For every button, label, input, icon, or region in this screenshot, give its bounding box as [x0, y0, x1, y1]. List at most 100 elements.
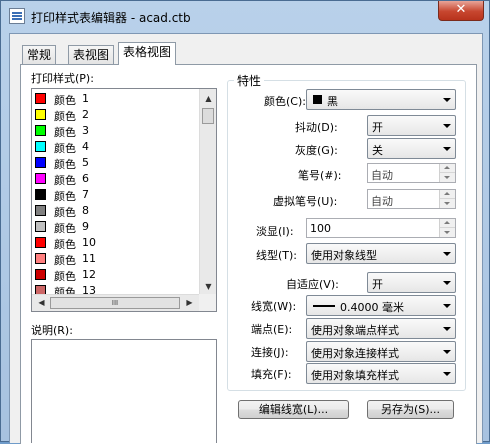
list-item-name: 颜色 — [54, 94, 76, 107]
list-item[interactable]: 颜色 10 — [32, 235, 200, 251]
color-dropdown[interactable]: 黑 — [306, 89, 456, 110]
list-item[interactable]: 颜色 8 — [32, 203, 200, 219]
spin-up-icon[interactable] — [440, 219, 455, 228]
color-swatch-icon — [35, 205, 46, 216]
app-icon — [9, 8, 25, 24]
color-swatch-icon — [35, 269, 46, 280]
virtual-pen-label: 虚拟笔号(U): — [273, 195, 338, 208]
linetype-dropdown[interactable]: 使用对象线型 — [306, 243, 456, 264]
list-item-name: 颜色 — [54, 206, 76, 219]
description-label: 说明(R): — [31, 324, 73, 337]
linetype-label: 线型(T): — [256, 249, 298, 262]
line-end-dropdown[interactable]: 使用对象端点样式 — [306, 318, 456, 339]
list-item-name: 颜色 — [54, 110, 76, 123]
color-swatch-icon — [35, 157, 46, 168]
lineweight-sample-icon — [313, 305, 335, 307]
color-swatch-icon — [35, 173, 46, 184]
scroll-corner — [199, 294, 216, 311]
dither-label: 抖动(D): — [295, 121, 338, 134]
list-item-number: 4 — [82, 140, 89, 153]
spin-down-icon[interactable] — [440, 228, 455, 237]
list-item-number: 10 — [82, 236, 96, 249]
screening-spinner[interactable]: 100 — [306, 218, 456, 238]
list-item-name: 颜色 — [54, 238, 76, 251]
screening-label: 淡显(I): — [256, 225, 294, 238]
color-swatch-icon — [35, 141, 46, 152]
list-item[interactable]: 颜色 5 — [32, 155, 200, 171]
dither-dropdown[interactable]: 开 — [367, 115, 456, 136]
color-swatch-icon — [35, 125, 46, 136]
grayscale-dropdown[interactable]: 关 — [367, 138, 456, 159]
list-item-name: 颜色 — [54, 142, 76, 155]
list-item[interactable]: 颜色 3 — [32, 123, 200, 139]
close-button[interactable]: ✕ — [438, 1, 484, 21]
list-item-number: 12 — [82, 268, 96, 281]
list-item-number: 5 — [82, 156, 89, 169]
list-item[interactable]: 颜色 1 — [32, 91, 200, 107]
color-swatch-icon — [35, 109, 46, 120]
color-label: 颜色(C): — [264, 95, 306, 108]
spin-down-icon[interactable] — [440, 173, 455, 182]
spin-up-icon[interactable] — [440, 164, 455, 173]
line-join-dropdown[interactable]: 使用对象连接样式 — [306, 341, 456, 362]
horizontal-scrollbar[interactable]: ◀ III ▶ — [32, 294, 200, 311]
list-item[interactable]: 颜色 7 — [32, 187, 200, 203]
title-bar[interactable]: 打印样式表编辑器 - acad.ctb ✕ — [1, 1, 489, 31]
lineweight-label: 线宽(W): — [251, 300, 297, 313]
list-item-name: 颜色 — [54, 222, 76, 235]
scroll-down-icon[interactable]: ▼ — [201, 279, 216, 294]
fill-dropdown[interactable]: 使用对象填充样式 — [306, 363, 456, 384]
line-join-label: 连接(J): — [251, 346, 289, 359]
plot-styles-label: 打印样式(P): — [31, 72, 94, 85]
description-textarea[interactable] — [31, 339, 217, 443]
list-item-number: 11 — [82, 252, 96, 265]
list-item[interactable]: 颜色 11 — [32, 251, 200, 267]
pen-number-label: 笔号(#): — [298, 169, 342, 182]
line-end-label: 端点(E): — [251, 323, 293, 336]
list-item[interactable]: 颜色 6 — [32, 171, 200, 187]
spin-down-icon[interactable] — [440, 199, 455, 208]
list-item-name: 颜色 — [54, 158, 76, 171]
scroll-thumb[interactable] — [202, 108, 214, 124]
color-swatch-icon — [35, 253, 46, 264]
list-item-name: 颜色 — [54, 254, 76, 267]
list-item-name: 颜色 — [54, 174, 76, 187]
chevron-down-icon — [443, 147, 451, 151]
save-as-button[interactable]: 另存为(S)... — [367, 400, 454, 419]
adaptive-dropdown[interactable]: 开 — [367, 272, 456, 293]
color-swatch-icon — [35, 93, 46, 104]
list-item[interactable]: 颜色 12 — [32, 267, 200, 283]
spin-up-icon[interactable] — [440, 190, 455, 199]
grayscale-label: 灰度(G): — [295, 144, 338, 157]
adaptive-label: 自适应(V): — [286, 278, 339, 291]
chevron-down-icon — [443, 98, 451, 102]
plot-styles-list[interactable]: 颜色 13 颜色 12 颜色 11 颜色 10 颜色 9 颜色 8 颜色 7 颜色 6 颜色 5 颜色 4 颜色 3 颜色 2… — [31, 88, 217, 312]
list-item-number: 9 — [82, 220, 89, 233]
list-item[interactable]: 颜色 4 — [32, 139, 200, 155]
scroll-thumb-horizontal[interactable]: III — [50, 297, 180, 309]
tab-general[interactable]: 常规 — [22, 45, 57, 64]
list-item[interactable]: 颜色 2 — [32, 107, 200, 123]
list-item-name: 颜色 — [54, 270, 76, 283]
edit-lineweights-button[interactable]: 编辑线宽(L)... — [238, 400, 349, 419]
list-item-number: 6 — [82, 172, 89, 185]
chevron-down-icon — [443, 327, 451, 331]
chevron-down-icon — [443, 350, 451, 354]
scroll-up-icon[interactable]: ▲ — [201, 91, 216, 106]
list-item-number: 1 — [82, 92, 89, 105]
vertical-scrollbar[interactable]: ▲ ▼ — [199, 89, 216, 295]
pen-number-spinner[interactable]: 自动 — [367, 163, 456, 183]
tab-table-view[interactable]: 表视图 — [68, 45, 115, 64]
virtual-pen-spinner[interactable]: 自动 — [367, 189, 456, 209]
tab-form-view[interactable]: 表格视图 — [118, 42, 177, 65]
scroll-right-icon[interactable]: ▶ — [182, 295, 197, 310]
scroll-left-icon[interactable]: ◀ — [34, 295, 49, 310]
chevron-down-icon — [443, 252, 451, 256]
lineweight-dropdown[interactable]: 0.4000 毫米 — [306, 295, 456, 316]
fill-label: 填充(F): — [251, 368, 292, 381]
plot-style-editor-window: 打印样式表编辑器 - acad.ctb ✕ 常规 表视图 表格视图 打印样式(P… — [0, 0, 490, 444]
list-item[interactable]: 颜色 9 — [32, 219, 200, 235]
color-swatch-icon — [35, 237, 46, 248]
window-title: 打印样式表编辑器 - acad.ctb — [31, 11, 191, 25]
list-item-number: 8 — [82, 204, 89, 217]
